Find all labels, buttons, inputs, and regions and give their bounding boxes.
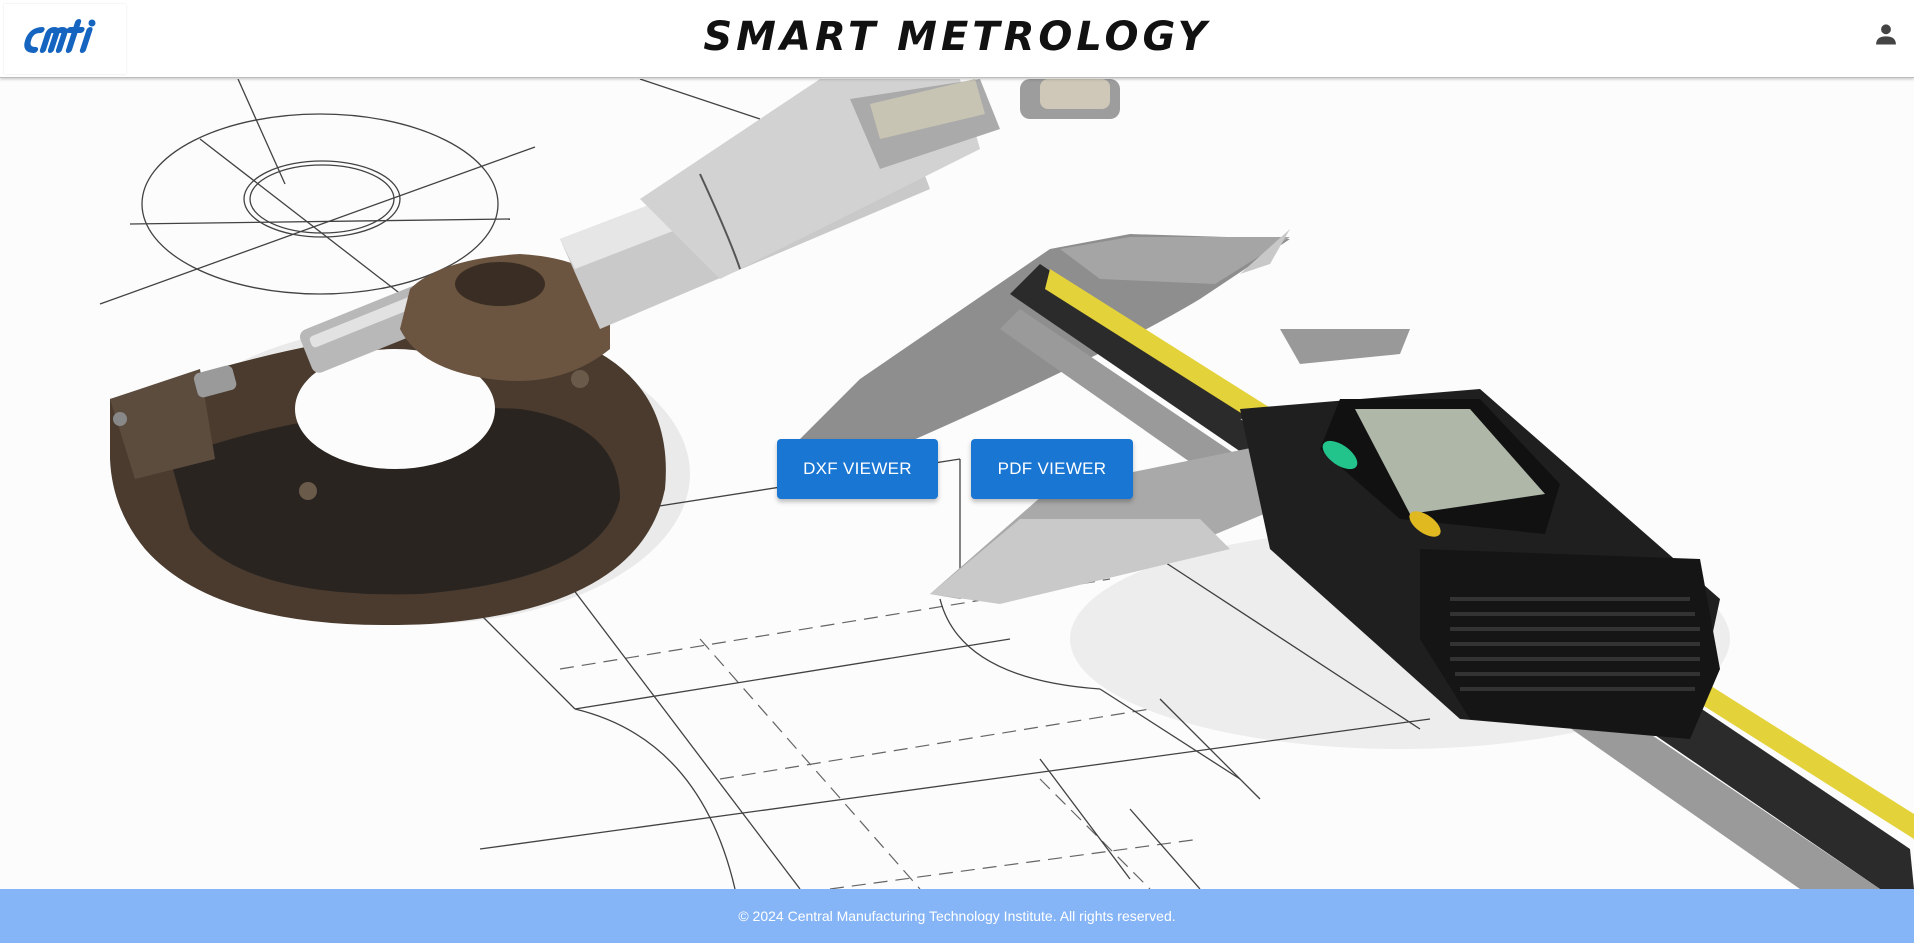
dxf-viewer-button[interactable]: DXF VIEWER — [777, 439, 938, 499]
app-footer: © 2024 Central Manufacturing Technology … — [0, 889, 1914, 943]
copyright-text: © 2024 Central Manufacturing Technology … — [738, 908, 1176, 924]
app-header: SMART METROLOGY — [0, 0, 1914, 78]
pdf-viewer-button[interactable]: PDF VIEWER — [971, 439, 1133, 499]
caliper-image — [790, 229, 1914, 889]
page-title: SMART METROLOGY — [703, 14, 1211, 60]
hero-background: DXF VIEWER PDF VIEWER — [0, 79, 1914, 889]
account-icon[interactable] — [1872, 20, 1900, 48]
metrology-tools-illustration — [99, 79, 1914, 889]
